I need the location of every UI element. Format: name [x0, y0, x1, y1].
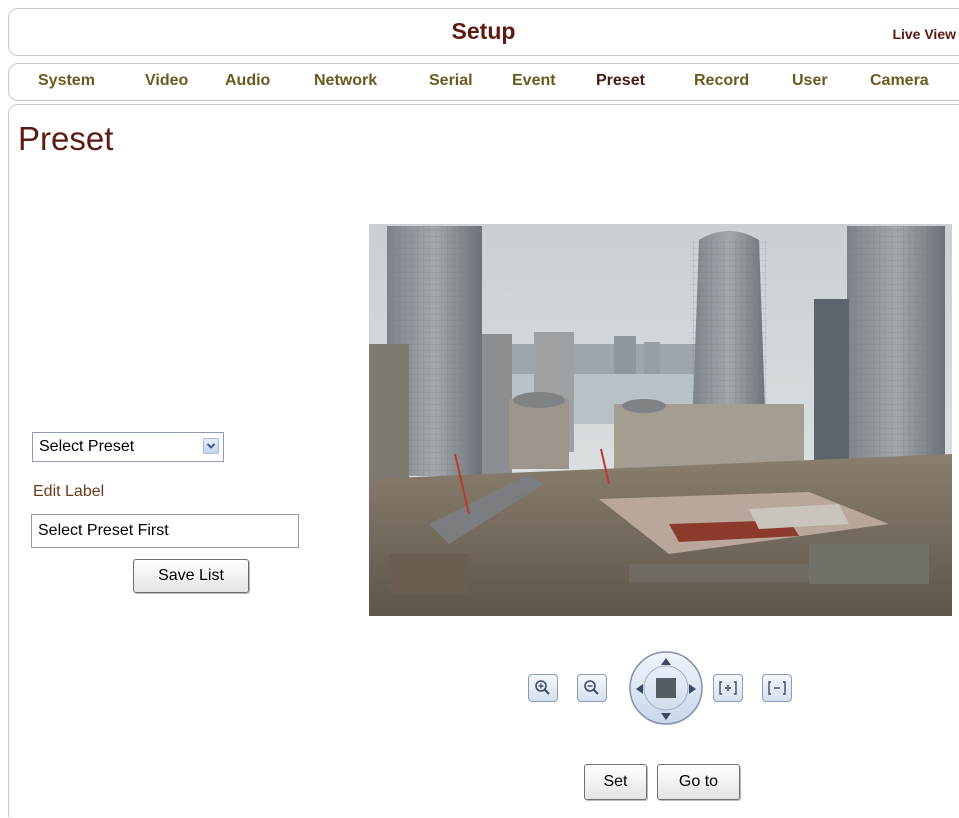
pan-up-icon[interactable]: [660, 655, 672, 667]
live-view-link[interactable]: Live View: [892, 26, 956, 42]
focus-near-icon[interactable]: [713, 674, 743, 702]
zoom-in-icon[interactable]: [528, 674, 558, 702]
nav-item-preset[interactable]: Preset: [596, 72, 645, 90]
preset-select[interactable]: Select Preset: [32, 432, 224, 462]
nav-item-record[interactable]: Record: [694, 72, 749, 90]
page-title: Preset: [18, 120, 114, 157]
nav-item-audio[interactable]: Audio: [225, 72, 270, 90]
nav-item-network[interactable]: Network: [314, 72, 377, 90]
ptz-direction-pad[interactable]: [628, 650, 704, 726]
nav-item-video[interactable]: Video: [145, 72, 188, 90]
nav-item-system[interactable]: System: [38, 72, 95, 90]
header-bar: Setup Live View: [8, 8, 959, 56]
zoom-out-icon[interactable]: [577, 674, 607, 702]
pan-right-icon[interactable]: [686, 682, 698, 694]
nav-item-user[interactable]: User: [792, 72, 828, 90]
set-preset-button[interactable]: Set: [584, 764, 647, 800]
preset-label-input[interactable]: [31, 514, 299, 548]
save-list-button[interactable]: Save List: [133, 559, 249, 593]
chevron-down-icon[interactable]: [203, 438, 219, 454]
goto-preset-button[interactable]: Go to: [657, 764, 740, 800]
nav-item-event[interactable]: Event: [512, 72, 556, 90]
pan-left-icon[interactable]: [634, 682, 646, 694]
nav-bar: System Video Audio Network Serial Event …: [8, 63, 959, 101]
pan-down-icon[interactable]: [660, 709, 672, 721]
nav-item-serial[interactable]: Serial: [429, 72, 473, 90]
focus-far-icon[interactable]: [762, 674, 792, 702]
edit-label-heading: Edit Label: [33, 483, 105, 500]
page-header-title: Setup: [451, 18, 516, 44]
preset-select-value: Select Preset: [39, 438, 135, 455]
nav-item-camera[interactable]: Camera: [870, 72, 929, 90]
camera-live-image: [369, 224, 952, 616]
